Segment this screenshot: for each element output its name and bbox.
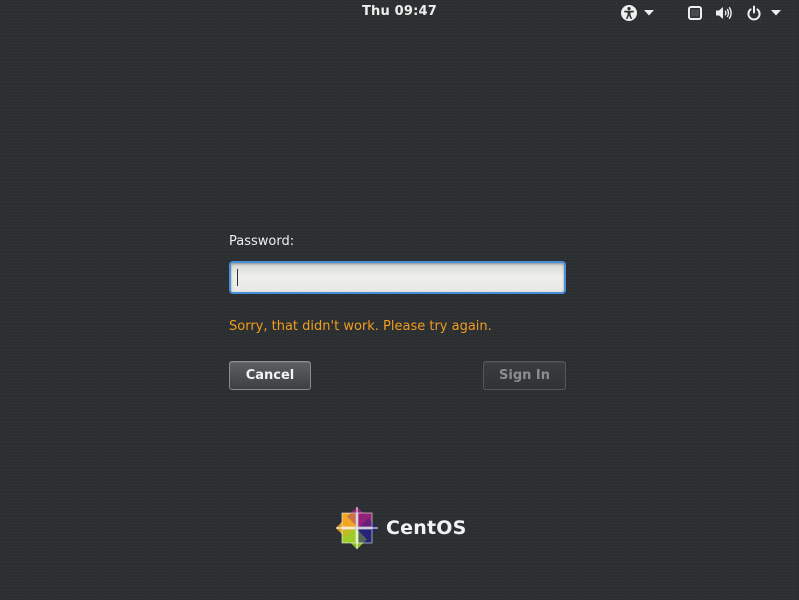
error-message: Sorry, that didn't work. Please try agai…: [229, 319, 492, 334]
branding: CentOS: [334, 505, 466, 551]
text-cursor: [237, 269, 238, 286]
password-label: Password:: [229, 234, 295, 249]
speaker-icon[interactable]: [715, 5, 733, 21]
brand-name: CentOS: [386, 517, 467, 539]
button-row: Cancel Sign In: [229, 361, 566, 390]
centos-logo-icon: [334, 505, 380, 551]
login-form: Password: Sorry, that didn't work. Pleas…: [229, 234, 566, 390]
system-status-menu[interactable]: [688, 3, 788, 23]
accessibility-menu[interactable]: [620, 3, 662, 23]
clock[interactable]: Thu 09:47: [0, 4, 799, 19]
sign-in-button[interactable]: Sign In: [483, 361, 566, 390]
cancel-button[interactable]: Cancel: [229, 361, 311, 390]
screen-icon[interactable]: [688, 6, 702, 20]
chevron-down-icon[interactable]: [644, 10, 654, 16]
top-bar: Thu 09:47: [0, 0, 799, 26]
power-icon[interactable]: [746, 5, 762, 21]
accessibility-icon[interactable]: [620, 4, 638, 22]
chevron-down-icon[interactable]: [771, 10, 781, 16]
password-field[interactable]: [229, 261, 566, 294]
